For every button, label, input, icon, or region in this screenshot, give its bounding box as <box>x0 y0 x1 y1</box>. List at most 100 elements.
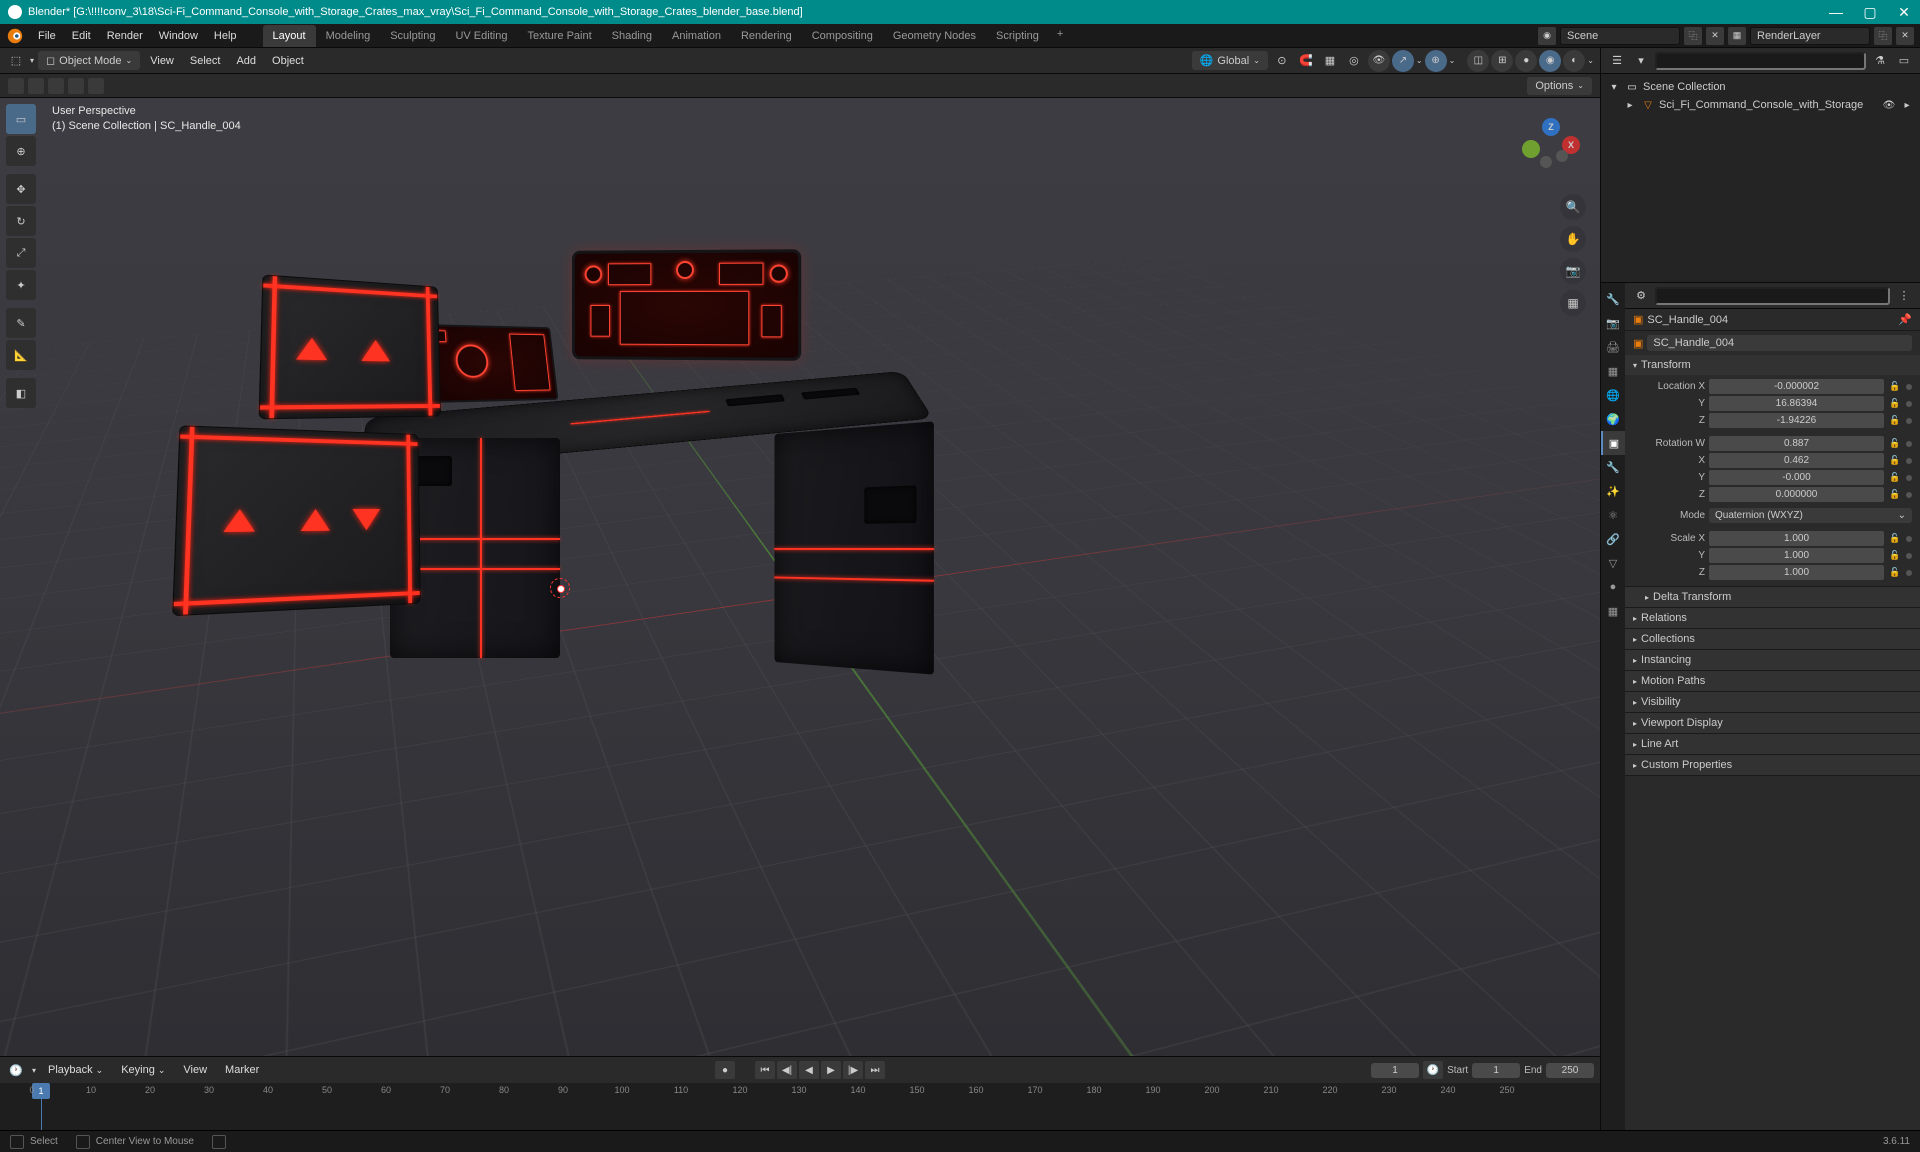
workspace-tab-animation[interactable]: Animation <box>662 25 731 47</box>
zoom-icon[interactable]: 🔍 <box>1560 194 1586 220</box>
editor-type-icon[interactable]: ⬚ <box>6 51 26 71</box>
start-frame-field[interactable]: 1 <box>1472 1063 1520 1078</box>
workspace-tab-rendering[interactable]: Rendering <box>731 25 802 47</box>
workspace-tab-texture[interactable]: Texture Paint <box>517 25 601 47</box>
tool-transform[interactable]: ✦ <box>6 270 36 300</box>
filter-icon[interactable]: ⚗ <box>1870 51 1890 71</box>
current-frame-field[interactable]: 1 <box>1371 1063 1419 1078</box>
panel-header[interactable]: ▸Relations <box>1625 608 1920 628</box>
gizmo-z-axis[interactable]: Z <box>1542 118 1560 136</box>
lock-icon[interactable]: 🔓 <box>1888 414 1902 428</box>
xray-toggle[interactable]: ◫ <box>1467 50 1489 72</box>
pan-icon[interactable]: ✋ <box>1560 226 1586 252</box>
animate-dot[interactable] <box>1906 384 1912 390</box>
tab-modifiers[interactable]: 🔧 <box>1601 455 1625 479</box>
workspace-tab-sculpting[interactable]: Sculpting <box>380 25 445 47</box>
viewport-options-dropdown[interactable]: Options ⌄ <box>1527 77 1592 95</box>
snap-target-icon[interactable]: ▦ <box>1320 51 1340 71</box>
pin-icon[interactable]: 📌 <box>1898 313 1912 326</box>
menu-help[interactable]: Help <box>206 27 245 45</box>
menu-playback[interactable]: Playback <box>42 1061 109 1079</box>
workspace-tab-uv[interactable]: UV Editing <box>445 25 517 47</box>
menu-render[interactable]: Render <box>99 27 151 45</box>
outliner-display-mode-icon[interactable]: ▾ <box>1631 51 1651 71</box>
lock-icon[interactable]: 🔓 <box>1888 380 1902 394</box>
lock-icon[interactable]: 🔓 <box>1888 397 1902 411</box>
shading-rendered[interactable]: ◐ <box>1563 50 1585 72</box>
panel-header[interactable]: ▸Collections <box>1625 629 1920 649</box>
viewlayer-name-field[interactable]: RenderLayer <box>1750 27 1870 45</box>
location-y-field[interactable]: 16.86394 <box>1709 396 1884 411</box>
tool-add-cube[interactable]: ◧ <box>6 378 36 408</box>
animate-dot[interactable] <box>1906 401 1912 407</box>
animate-dot[interactable] <box>1906 536 1912 542</box>
gizmo-neg-axis[interactable] <box>1540 156 1552 168</box>
rotation-w-field[interactable]: 0.887 <box>1709 436 1884 451</box>
outliner-editor-type-icon[interactable]: ☰ <box>1607 51 1627 71</box>
scene-name-field[interactable]: Scene <box>1560 27 1680 45</box>
animate-dot[interactable] <box>1906 441 1912 447</box>
chevron-down-icon[interactable]: ⌄ <box>1587 56 1594 65</box>
panel-header[interactable]: ▸Visibility <box>1625 692 1920 712</box>
jump-end-button[interactable]: ⏭ <box>865 1061 885 1079</box>
animate-dot[interactable] <box>1906 458 1912 464</box>
panel-header[interactable]: ▸Viewport Display <box>1625 713 1920 733</box>
tree-item-object[interactable]: ▸ ▽ Sci_Fi_Command_Console_with_Storage … <box>1601 96 1920 114</box>
rotation-y-field[interactable]: -0.000 <box>1709 470 1884 485</box>
select-tool-setting-4[interactable] <box>68 78 84 94</box>
preview-range-toggle[interactable]: 🕐 <box>1423 1061 1443 1079</box>
animate-dot[interactable] <box>1906 475 1912 481</box>
tool-annotate[interactable]: ✎ <box>6 308 36 338</box>
object-name-field[interactable]: SC_Handle_004 <box>1647 335 1912 351</box>
tab-data[interactable]: ▽ <box>1601 551 1625 575</box>
perspective-toggle-icon[interactable]: ▦ <box>1560 290 1586 316</box>
new-collection-icon[interactable]: ▭ <box>1894 51 1914 71</box>
panel-header[interactable]: ▸Instancing <box>1625 650 1920 670</box>
scale-y-field[interactable]: 1.000 <box>1709 548 1884 563</box>
select-tool-setting-1[interactable] <box>8 78 24 94</box>
scale-x-field[interactable]: 1.000 <box>1709 531 1884 546</box>
shading-solid[interactable]: ● <box>1515 50 1537 72</box>
outliner-search-input[interactable] <box>1655 52 1866 70</box>
animate-dot[interactable] <box>1906 553 1912 559</box>
tab-render[interactable]: 📷 <box>1601 311 1625 335</box>
tab-viewlayer[interactable]: ▦ <box>1601 359 1625 383</box>
panel-header[interactable]: ▸Motion Paths <box>1625 671 1920 691</box>
gizmo-y-axis[interactable] <box>1522 140 1540 158</box>
menu-timeline-view[interactable]: View <box>177 1061 213 1079</box>
workspace-tab-scripting[interactable]: Scripting <box>986 25 1049 47</box>
snap-toggle[interactable]: 🧲 <box>1296 51 1316 71</box>
scene-new-button[interactable]: ⿻ <box>1684 27 1702 45</box>
tool-select-box[interactable]: ▭ <box>6 104 36 134</box>
rotation-z-field[interactable]: 0.000000 <box>1709 487 1884 502</box>
select-tool-setting-5[interactable] <box>88 78 104 94</box>
animate-dot[interactable] <box>1906 492 1912 498</box>
3d-viewport[interactable]: ▭ ⊕ ✥ ↻ ⤢ ✦ ✎ 📐 ◧ User Perspective (1) S… <box>0 98 1600 1056</box>
tab-particles[interactable]: ✨ <box>1601 479 1625 503</box>
panel-header[interactable]: ▸Custom Properties <box>1625 755 1920 775</box>
keyframe-next-button[interactable]: |▶ <box>843 1061 863 1079</box>
tab-material[interactable]: ● <box>1601 575 1625 599</box>
maximize-button[interactable]: ▢ <box>1862 4 1878 20</box>
tab-physics[interactable]: ⚛ <box>1601 503 1625 527</box>
tab-texture[interactable]: ▦ <box>1601 599 1625 623</box>
camera-view-icon[interactable]: 📷 <box>1560 258 1586 284</box>
lock-icon[interactable]: 🔓 <box>1888 566 1902 580</box>
properties-search-input[interactable] <box>1655 287 1890 305</box>
rotation-mode-dropdown[interactable]: Quaternion (WXYZ)⌄ <box>1709 508 1912 523</box>
navigation-gizmo[interactable]: X Z <box>1520 118 1580 178</box>
play-button[interactable]: ▶ <box>821 1061 841 1079</box>
tab-constraints[interactable]: 🔗 <box>1601 527 1625 551</box>
viewlayer-new-button[interactable]: ⿻ <box>1874 27 1892 45</box>
gizmo-toggle[interactable]: ↗ <box>1392 50 1414 72</box>
lock-icon[interactable]: 🔓 <box>1888 488 1902 502</box>
workspace-add-button[interactable]: + <box>1049 25 1071 47</box>
end-frame-field[interactable]: 250 <box>1546 1063 1594 1078</box>
tool-rotate[interactable]: ↻ <box>6 206 36 236</box>
panel-header-transform[interactable]: ▾ Transform <box>1625 355 1920 375</box>
panel-header[interactable]: ▸Line Art <box>1625 734 1920 754</box>
pivot-icon[interactable]: ⊙ <box>1272 51 1292 71</box>
menu-marker[interactable]: Marker <box>219 1061 265 1079</box>
tree-item-scene-collection[interactable]: ▾ ▭ Scene Collection <box>1601 78 1920 96</box>
auto-keying-toggle[interactable]: ● <box>715 1061 735 1079</box>
